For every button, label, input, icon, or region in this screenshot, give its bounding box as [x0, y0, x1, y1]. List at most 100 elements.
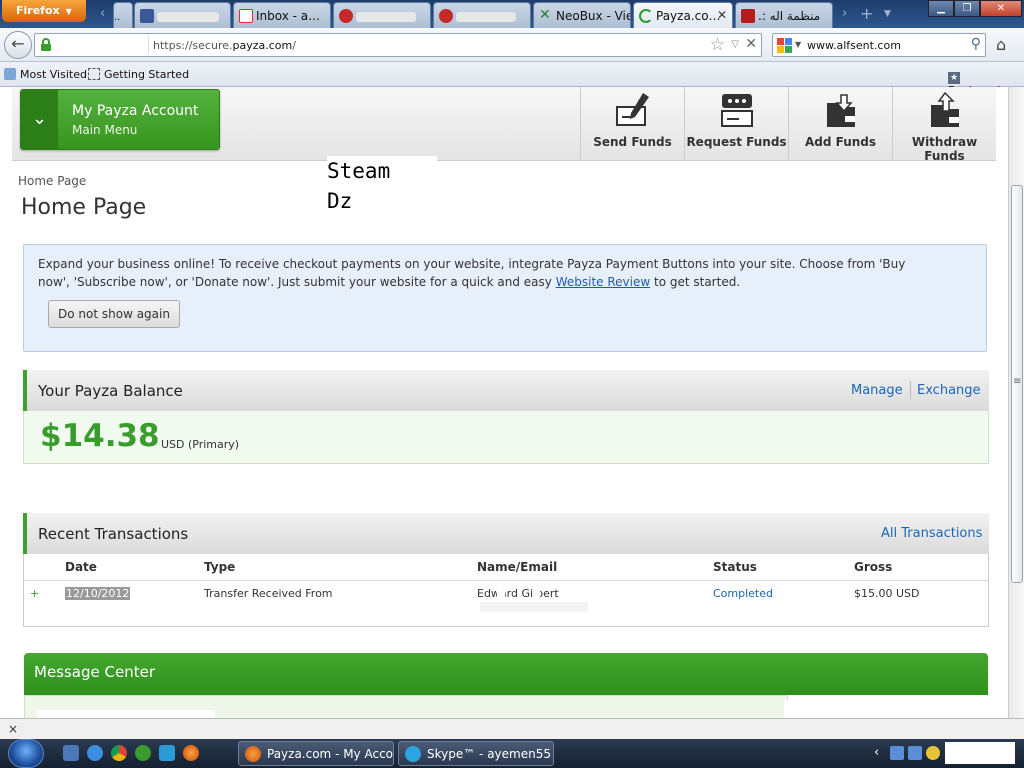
- tab-scroll-left-icon[interactable]: ‹: [100, 6, 105, 21]
- new-tab-icon[interactable]: +: [860, 4, 873, 23]
- transactions-table: Date Type Name/Email Status Gross + 12/1…: [23, 554, 989, 627]
- volume-icon[interactable]: [926, 746, 940, 760]
- taskbar-item-payza[interactable]: Payza.com - My Accou…: [238, 741, 394, 766]
- redaction-mark: [37, 710, 215, 718]
- tab-facebook[interactable]: [134, 2, 231, 28]
- maximize-icon[interactable]: ❐: [954, 0, 980, 17]
- chrome-icon[interactable]: [111, 745, 127, 761]
- neobux-icon: ✕: [539, 7, 551, 23]
- transaction-status[interactable]: Completed: [713, 587, 773, 600]
- redaction-mark: [532, 584, 540, 598]
- skype-icon: [405, 746, 421, 762]
- utorrent-icon[interactable]: [135, 745, 151, 761]
- transactions-title: Recent Transactions: [38, 525, 189, 543]
- expand-row-icon[interactable]: +: [30, 587, 39, 600]
- tab-facebook[interactable]: ..: [113, 2, 133, 28]
- stop-icon[interactable]: ✕: [745, 36, 757, 52]
- url-bar[interactable]: https://secure.payza.com/ ☆ ▽ ✕: [34, 33, 762, 57]
- overlay-line-2: Dz: [327, 189, 353, 213]
- vertical-scrollbar[interactable]: [1008, 87, 1024, 718]
- column-header-gross[interactable]: Gross: [854, 560, 892, 574]
- scrollbar-thumb[interactable]: [1011, 185, 1023, 583]
- send-funds-button[interactable]: Send Funds: [580, 87, 684, 161]
- bookmark-star-icon[interactable]: ☆: [710, 35, 725, 55]
- tab-icon: [339, 9, 353, 23]
- tab-blurred-2[interactable]: [433, 2, 531, 28]
- request-funds-button[interactable]: Request Funds: [684, 87, 788, 161]
- bookmark-getting-started[interactable]: Getting Started: [88, 68, 189, 81]
- close-window-icon[interactable]: ✕: [980, 0, 1022, 17]
- column-header-type[interactable]: Type: [204, 560, 235, 574]
- withdraw-funds-label: Withdraw Funds: [911, 135, 978, 163]
- tab-payza[interactable]: Payza.co… ✕: [633, 2, 733, 28]
- tab-inbox[interactable]: Inbox - a…: [233, 2, 331, 28]
- firefox-menu-button[interactable]: Firefox ▼: [2, 0, 86, 22]
- add-funds-icon: [826, 94, 855, 127]
- exchange-link[interactable]: Exchange: [917, 383, 981, 398]
- taskbar-item-skype[interactable]: Skype™ - ayemen55: [398, 741, 554, 766]
- search-engine-dropdown-icon[interactable]: ▼: [795, 40, 801, 49]
- tab-neobux[interactable]: ✕ NeoBux - Vie…: [533, 2, 631, 28]
- transaction-type: Transfer Received From: [204, 587, 333, 600]
- internet-explorer-icon[interactable]: [87, 745, 103, 761]
- column-header-name[interactable]: Name/Email: [477, 560, 557, 574]
- search-bar[interactable]: ▼ www.alfsent.com ⚲: [772, 33, 986, 57]
- firefox-icon[interactable]: [183, 745, 199, 761]
- add-funds-button[interactable]: Add Funds: [788, 87, 892, 161]
- table-header: Date Type Name/Email Status Gross: [24, 554, 988, 581]
- search-icon[interactable]: ⚲: [971, 36, 981, 52]
- browser-title-bar: Firefox▼ ‹ .. Inbox - a… ✕ NeoBux - Vie……: [0, 0, 1024, 28]
- breadcrumb[interactable]: Home Page: [18, 174, 86, 188]
- promo-text: Expand your business online! To receive …: [38, 257, 906, 289]
- windows-taskbar: Payza.com - My Accou… Skype™ - ayemen55 …: [0, 739, 1024, 768]
- search-input[interactable]: www.alfsent.com: [807, 39, 901, 52]
- message-center-body: [24, 695, 788, 718]
- status-bar: ×: [0, 718, 1024, 739]
- tux-icon: [741, 9, 755, 23]
- column-header-status[interactable]: Status: [713, 560, 757, 574]
- website-review-link[interactable]: Website Review: [556, 275, 650, 289]
- do-not-show-again-button[interactable]: Do not show again: [48, 300, 180, 328]
- tab-scroll-right-icon[interactable]: ›: [842, 6, 847, 21]
- tab-close-icon[interactable]: ✕: [717, 8, 727, 22]
- start-button[interactable]: [8, 739, 44, 768]
- balance-title: Your Payza Balance: [38, 382, 183, 400]
- firefox-icon: [245, 746, 261, 762]
- transaction-date: 12/10/2012: [65, 587, 131, 600]
- site-identity-box[interactable]: [57, 36, 149, 54]
- all-transactions-link[interactable]: All Transactions: [881, 526, 982, 541]
- app-icon[interactable]: [159, 745, 175, 761]
- tab-arabic[interactable]: .: منظمة اله: [735, 2, 833, 28]
- overlay-line-1: Steam: [327, 159, 391, 183]
- tab-icon: [439, 9, 453, 23]
- show-desktop-icon[interactable]: [63, 745, 79, 761]
- withdraw-funds-button[interactable]: Withdraw Funds: [892, 87, 996, 163]
- menu-subtitle: Main Menu: [72, 123, 138, 137]
- history-dropdown-icon[interactable]: ▽: [731, 39, 739, 50]
- main-menu-button[interactable]: ⌄ My Payza Account Main Menu: [20, 89, 220, 150]
- monitor-icon[interactable]: [908, 746, 922, 760]
- site-header: ⌄ My Payza Account Main Menu Send Funds …: [12, 87, 996, 163]
- transaction-gross: $15.00 USD: [854, 587, 920, 600]
- url-text: https://secure.payza.com/: [153, 39, 296, 52]
- tab-blurred-1[interactable]: [333, 2, 431, 28]
- manage-link[interactable]: Manage: [851, 383, 903, 398]
- navigation-toolbar: ← https://secure.payza.com/ ☆ ▽ ✕ ▼ www.…: [0, 28, 1024, 62]
- column-header-date[interactable]: Date: [65, 560, 97, 574]
- chevron-down-icon: ⌄: [21, 90, 58, 149]
- clock-area[interactable]: [945, 742, 1015, 764]
- gmail-icon: [239, 9, 253, 23]
- network-icon[interactable]: [890, 746, 904, 760]
- tray-expand-icon[interactable]: ‹: [874, 745, 879, 760]
- tab-list-icon[interactable]: ▼: [884, 9, 891, 19]
- close-statusbar-icon[interactable]: ×: [8, 722, 18, 736]
- home-icon[interactable]: ⌂: [996, 35, 1006, 54]
- window-controls: ▁ ❐ ✕: [928, 0, 1022, 18]
- overlay-caption: Steam Dz: [327, 156, 437, 216]
- back-button[interactable]: ←: [4, 31, 32, 59]
- redaction-mark: [480, 602, 588, 612]
- bookmark-most-visited[interactable]: Most Visited: [4, 68, 87, 81]
- minimize-icon[interactable]: ▁: [928, 0, 954, 17]
- add-funds-label: Add Funds: [804, 135, 877, 149]
- transactions-panel-header: Recent Transactions All Transactions: [23, 513, 989, 555]
